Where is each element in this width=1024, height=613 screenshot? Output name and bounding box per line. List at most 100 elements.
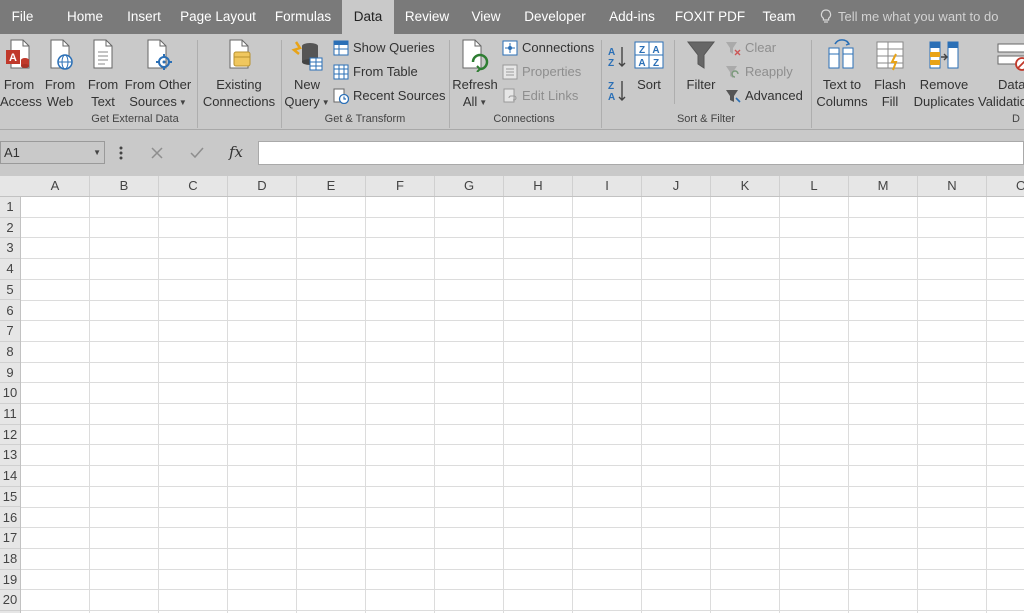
gridline-vertical: [848, 197, 849, 613]
data-validation-button[interactable]: Data Validation: [978, 38, 1024, 110]
row-header-14[interactable]: 14: [0, 466, 20, 487]
refresh-label-2: All ▼: [462, 94, 488, 109]
from-access-label-2: Access: [0, 94, 42, 109]
tab-formulas[interactable]: Formulas: [268, 0, 338, 34]
row-header-3[interactable]: 3: [0, 238, 20, 260]
gridline-vertical: [710, 197, 711, 613]
row-header-18[interactable]: 18: [0, 549, 20, 570]
from-access-button[interactable]: A From Access: [0, 38, 42, 110]
properties-label: Properties: [522, 64, 582, 79]
connections-label: Connections: [522, 40, 595, 55]
column-header-o[interactable]: O: [987, 176, 1024, 196]
tab-file[interactable]: File: [0, 0, 45, 34]
sort-a-to-z-button[interactable]: A Z: [606, 44, 628, 74]
row-header-10[interactable]: 10: [0, 383, 20, 404]
column-header-i[interactable]: I: [573, 176, 642, 196]
data-validation-icon: [997, 43, 1024, 71]
group-separator: [281, 40, 282, 128]
tab-review[interactable]: Review: [400, 0, 454, 34]
sort-z-to-a-button[interactable]: Z A: [606, 78, 628, 108]
tab-home[interactable]: Home: [58, 0, 112, 34]
tab-foxit-pdf[interactable]: FOXIT PDF: [672, 0, 748, 34]
formula-input[interactable]: [258, 141, 1024, 165]
from-other-sources-button[interactable]: From Other Sources ▼: [124, 38, 192, 111]
text-to-columns-button[interactable]: Text to Columns: [814, 38, 870, 110]
sort-descending-icon: Z A: [608, 81, 626, 103]
formula-bar-resize-handle[interactable]: [116, 144, 126, 162]
remove-duplicates-button[interactable]: Remove Duplicates: [912, 38, 976, 110]
group-label-data-tools: D: [1012, 113, 1020, 125]
advanced-label: Advanced: [745, 88, 803, 103]
tab-view[interactable]: View: [464, 0, 508, 34]
tab-insert[interactable]: Insert: [118, 0, 170, 34]
from-text-label-1: From: [87, 77, 119, 92]
gridline-horizontal: [21, 485, 1024, 487]
column-header-f[interactable]: F: [366, 176, 435, 196]
column-header-a[interactable]: A: [21, 176, 90, 196]
check-icon[interactable]: [186, 143, 208, 163]
column-header-j[interactable]: J: [642, 176, 711, 196]
row-header-7[interactable]: 7: [0, 321, 20, 342]
row-header-15[interactable]: 15: [0, 487, 20, 508]
row-header-19[interactable]: 19: [0, 570, 20, 591]
svg-text:A: A: [608, 47, 615, 58]
new-query-button[interactable]: New Query ▼: [284, 38, 330, 111]
column-header-h[interactable]: H: [504, 176, 573, 196]
row-header-1[interactable]: 1: [0, 197, 20, 218]
close-icon[interactable]: [146, 143, 168, 163]
row-header-5[interactable]: 5: [0, 280, 20, 301]
column-header-n[interactable]: N: [918, 176, 987, 196]
flash-fill-button[interactable]: Flash Fill: [872, 38, 908, 110]
row-header-6[interactable]: 6: [0, 301, 20, 322]
gridline-vertical: [503, 197, 504, 613]
refresh-all-button[interactable]: Refresh All ▼: [452, 38, 498, 111]
new-query-icon: [291, 41, 323, 71]
row-header-17[interactable]: 17: [0, 528, 20, 549]
worksheet-cells[interactable]: [21, 197, 1024, 613]
gridline-horizontal: [21, 547, 1024, 549]
sort-button[interactable]: Z A A Z Sort: [632, 38, 666, 93]
gridline-vertical: [986, 197, 987, 613]
row-header-8[interactable]: 8: [0, 342, 20, 363]
column-header-e[interactable]: E: [297, 176, 366, 196]
row-header-20[interactable]: 20: [0, 590, 20, 611]
row-header-2[interactable]: 2: [0, 218, 20, 239]
row-header-12[interactable]: 12: [0, 425, 20, 446]
row-header-4[interactable]: 4: [0, 259, 20, 280]
from-web-button[interactable]: From Web: [40, 38, 80, 110]
group-label-get-external-data: Get External Data: [91, 113, 179, 125]
column-header-k[interactable]: K: [711, 176, 780, 196]
tab-page-layout[interactable]: Page Layout: [176, 0, 260, 34]
column-header-m[interactable]: M: [849, 176, 918, 196]
column-header-d[interactable]: D: [228, 176, 297, 196]
group-label-connections: Connections: [493, 113, 555, 125]
column-header-c[interactable]: C: [159, 176, 228, 196]
gridline-horizontal: [21, 568, 1024, 570]
from-web-label-2: Web: [46, 94, 74, 109]
row-header-16[interactable]: 16: [0, 508, 20, 529]
gridline-horizontal: [21, 320, 1024, 322]
filter-button[interactable]: Filter: [680, 38, 722, 93]
row-header-11[interactable]: 11: [0, 404, 20, 425]
fx-icon[interactable]: fx: [224, 141, 248, 163]
column-header-g[interactable]: G: [435, 176, 504, 196]
name-box[interactable]: A1 ▼: [0, 141, 105, 164]
gridline-horizontal: [21, 216, 1024, 218]
existing-connections-button[interactable]: Existing Connections: [200, 38, 278, 110]
text-to-columns-label-1: Text to: [822, 77, 862, 92]
globe-document-icon: [50, 39, 73, 70]
tab-add-ins[interactable]: Add-ins: [602, 0, 662, 34]
from-text-button[interactable]: From Text: [84, 38, 122, 110]
text-to-columns-label-2: Columns: [816, 94, 868, 109]
tab-team[interactable]: Team: [756, 0, 802, 34]
row-header-13[interactable]: 13: [0, 445, 20, 467]
row-header-9[interactable]: 9: [0, 363, 20, 384]
formula-bar: A1 ▼ fx: [0, 130, 1024, 176]
tab-developer[interactable]: Developer: [518, 0, 592, 34]
chevron-down-icon[interactable]: ▼: [93, 142, 101, 163]
tab-data[interactable]: Data: [342, 0, 394, 34]
sort-label: Sort: [637, 77, 661, 92]
column-header-b[interactable]: B: [90, 176, 159, 196]
column-header-l[interactable]: L: [780, 176, 849, 196]
gridline-horizontal: [21, 361, 1024, 363]
